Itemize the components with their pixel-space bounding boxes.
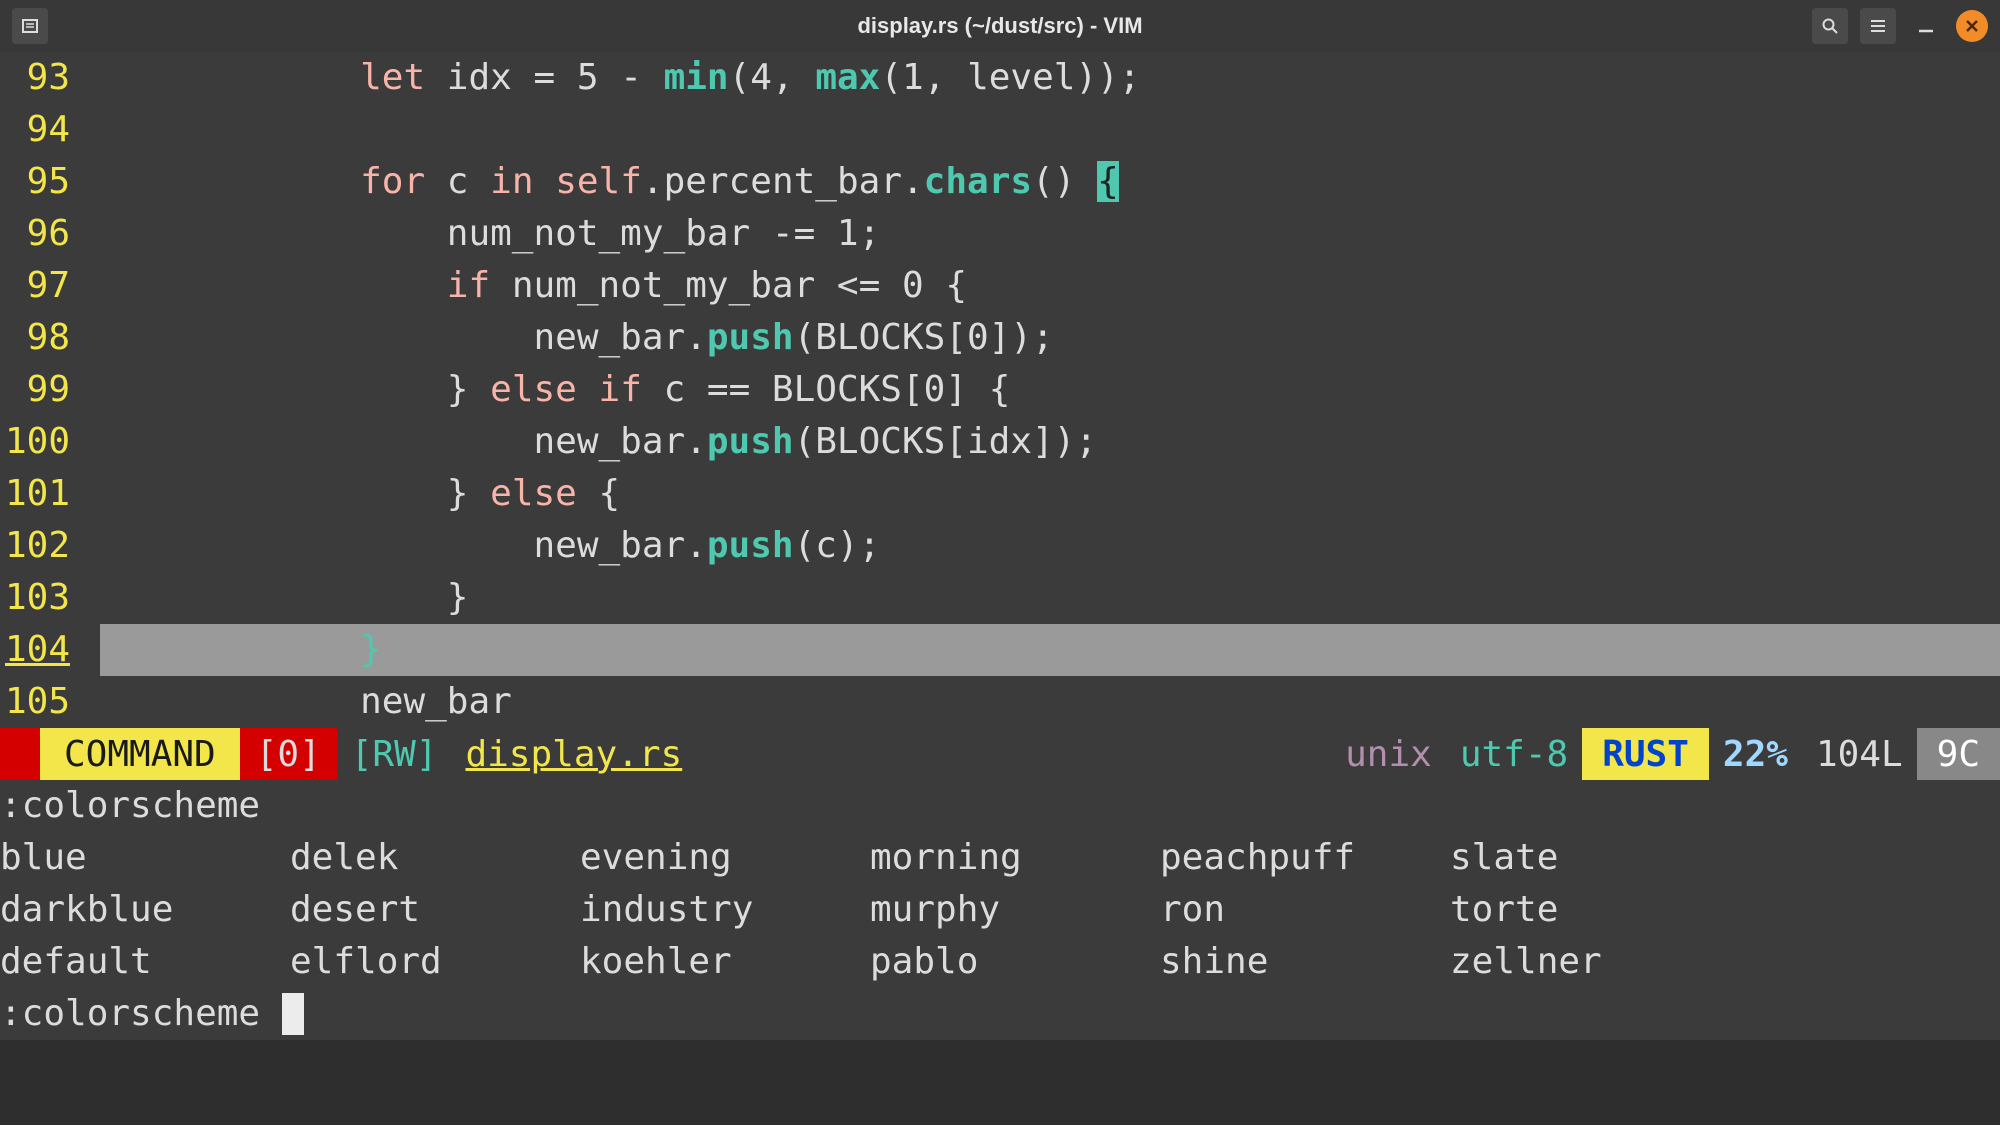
minimize-icon: [1917, 17, 1935, 35]
statusline-column: 9C: [1917, 728, 2000, 780]
hamburger-icon: [1869, 17, 1887, 35]
code-line[interactable]: 98 new_bar.push(BLOCKS[0]);: [0, 312, 2000, 364]
line-number: 102: [0, 520, 100, 572]
line-number: 94: [0, 104, 100, 156]
statusline-filetype: RUST: [1582, 728, 1709, 780]
code-content: new_bar.push(BLOCKS[0]);: [100, 312, 1054, 364]
statusline-bufnum: [0]: [240, 728, 337, 780]
command-area: :colorscheme bluedelekeveningmorningpeac…: [0, 780, 2000, 1040]
command-input-text: :colorscheme: [0, 988, 260, 1040]
line-number: 100: [0, 416, 100, 468]
code-content: new_bar.push(BLOCKS[idx]);: [100, 416, 1097, 468]
cursor-block: [282, 993, 304, 1035]
code-content: } else {: [100, 468, 620, 520]
line-number: 95: [0, 156, 100, 208]
line-number: 103: [0, 572, 100, 624]
code-content: num_not_my_bar -= 1;: [100, 208, 880, 260]
completion-item[interactable]: morning: [870, 832, 1160, 884]
statusline-encoding: utf-8: [1446, 728, 1582, 780]
code-line[interactable]: 105 new_bar: [0, 676, 2000, 728]
code-content: }: [100, 624, 382, 676]
completion-item[interactable]: ron: [1160, 884, 1450, 936]
completion-item[interactable]: industry: [580, 884, 870, 936]
command-header: :colorscheme: [0, 780, 2000, 832]
completion-item[interactable]: elflord: [290, 936, 580, 988]
completion-item[interactable]: shine: [1160, 936, 1450, 988]
completion-item[interactable]: default: [0, 936, 290, 988]
statusline-lines: 104L: [1802, 728, 1917, 780]
minimize-button[interactable]: [1908, 8, 1944, 44]
code-line[interactable]: 100 new_bar.push(BLOCKS[idx]);: [0, 416, 2000, 468]
titlebar: display.rs (~/dust/src) - VIM: [0, 0, 2000, 52]
completion-item[interactable]: koehler: [580, 936, 870, 988]
statusline-format: unix: [1331, 728, 1446, 780]
completion-item[interactable]: zellner: [1450, 936, 1740, 988]
window-controls: [1812, 8, 1988, 44]
completion-item[interactable]: murphy: [870, 884, 1160, 936]
line-number: 98: [0, 312, 100, 364]
code-content: }: [100, 572, 468, 624]
code-content: if num_not_my_bar <= 0 {: [100, 260, 967, 312]
search-icon: [1821, 17, 1839, 35]
line-number: 96: [0, 208, 100, 260]
completion-item[interactable]: blue: [0, 832, 290, 884]
code-content: let idx = 5 - min(4, max(1, level));: [100, 52, 1140, 104]
hamburger-button[interactable]: [1860, 8, 1896, 44]
statusline-flag: [0, 728, 40, 780]
code-content: for c in self.percent_bar.chars() {: [100, 156, 1119, 208]
completion-item[interactable]: slate: [1450, 832, 1740, 884]
code-line[interactable]: 102 new_bar.push(c);: [0, 520, 2000, 572]
statusline-percent: 22%: [1709, 728, 1802, 780]
statusline-mode: COMMAND: [40, 728, 240, 780]
completion-item[interactable]: delek: [290, 832, 580, 884]
code-content: new_bar: [100, 676, 512, 728]
close-icon: [1965, 19, 1979, 33]
statusline-filename: display.rs: [451, 728, 696, 780]
line-number: 105: [0, 676, 100, 728]
search-button[interactable]: [1812, 8, 1848, 44]
code-line[interactable]: 104 }: [0, 624, 2000, 676]
code-line[interactable]: 95 for c in self.percent_bar.chars() {: [0, 156, 2000, 208]
close-button[interactable]: [1956, 10, 1988, 42]
window-title: display.rs (~/dust/src) - VIM: [857, 13, 1142, 39]
code-line[interactable]: 103 }: [0, 572, 2000, 624]
code-line[interactable]: 96 num_not_my_bar -= 1;: [0, 208, 2000, 260]
completion-item[interactable]: torte: [1450, 884, 1740, 936]
code-line[interactable]: 101 } else {: [0, 468, 2000, 520]
statusline: COMMAND [0] [RW] display.rs unix utf-8 R…: [0, 728, 2000, 780]
statusline-rw: [RW]: [337, 728, 452, 780]
editor-area[interactable]: 93 let idx = 5 - min(4, max(1, level));9…: [0, 52, 2000, 728]
line-number: 97: [0, 260, 100, 312]
line-number: 104: [0, 624, 100, 676]
completion-list: bluedelekeveningmorningpeachpuffslate dar…: [0, 832, 2000, 988]
line-number: 101: [0, 468, 100, 520]
line-number: 93: [0, 52, 100, 104]
completion-item[interactable]: desert: [290, 884, 580, 936]
app-menu-button[interactable]: [12, 8, 48, 44]
line-number: 99: [0, 364, 100, 416]
completion-item[interactable]: darkblue: [0, 884, 290, 936]
completion-item[interactable]: pablo: [870, 936, 1160, 988]
code-line[interactable]: 93 let idx = 5 - min(4, max(1, level));: [0, 52, 2000, 104]
command-line[interactable]: :colorscheme: [0, 988, 2000, 1040]
code-line[interactable]: 97 if num_not_my_bar <= 0 {: [0, 260, 2000, 312]
code-line[interactable]: 99 } else if c == BLOCKS[0] {: [0, 364, 2000, 416]
completion-item[interactable]: peachpuff: [1160, 832, 1450, 884]
code-content: } else if c == BLOCKS[0] {: [100, 364, 1010, 416]
completion-item[interactable]: evening: [580, 832, 870, 884]
code-line[interactable]: 94: [0, 104, 2000, 156]
app-icon: [21, 17, 39, 35]
code-content: new_bar.push(c);: [100, 520, 880, 572]
